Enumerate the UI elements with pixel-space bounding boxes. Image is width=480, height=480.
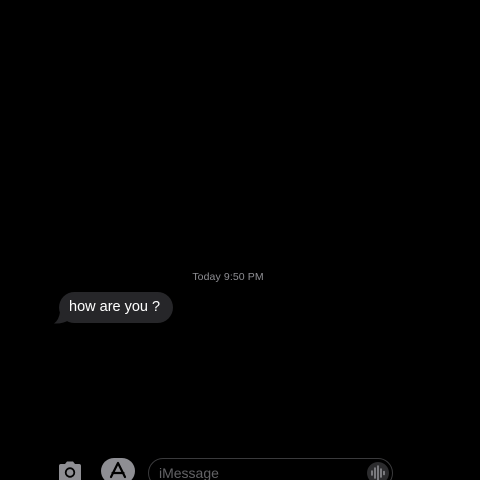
camera-icon bbox=[59, 461, 81, 480]
timestamp-time: 9:50 PM bbox=[223, 271, 264, 283]
waveform-icon bbox=[371, 465, 385, 480]
app-store-icon bbox=[101, 458, 135, 480]
app-store-button[interactable] bbox=[101, 458, 135, 480]
message-composer bbox=[0, 452, 480, 480]
message-input-container[interactable] bbox=[148, 458, 393, 480]
message-timestamp: Today 9:50 PM bbox=[0, 271, 456, 283]
audio-message-button[interactable] bbox=[367, 462, 389, 480]
messages-screen: Today 9:50 PM how are you ? bbox=[0, 0, 480, 480]
incoming-message-bubble[interactable]: how are you ? bbox=[59, 292, 174, 323]
timestamp-day: Today bbox=[192, 271, 221, 283]
message-input[interactable] bbox=[159, 463, 359, 480]
camera-button[interactable] bbox=[56, 460, 84, 480]
message-text: how are you ? bbox=[69, 299, 161, 315]
